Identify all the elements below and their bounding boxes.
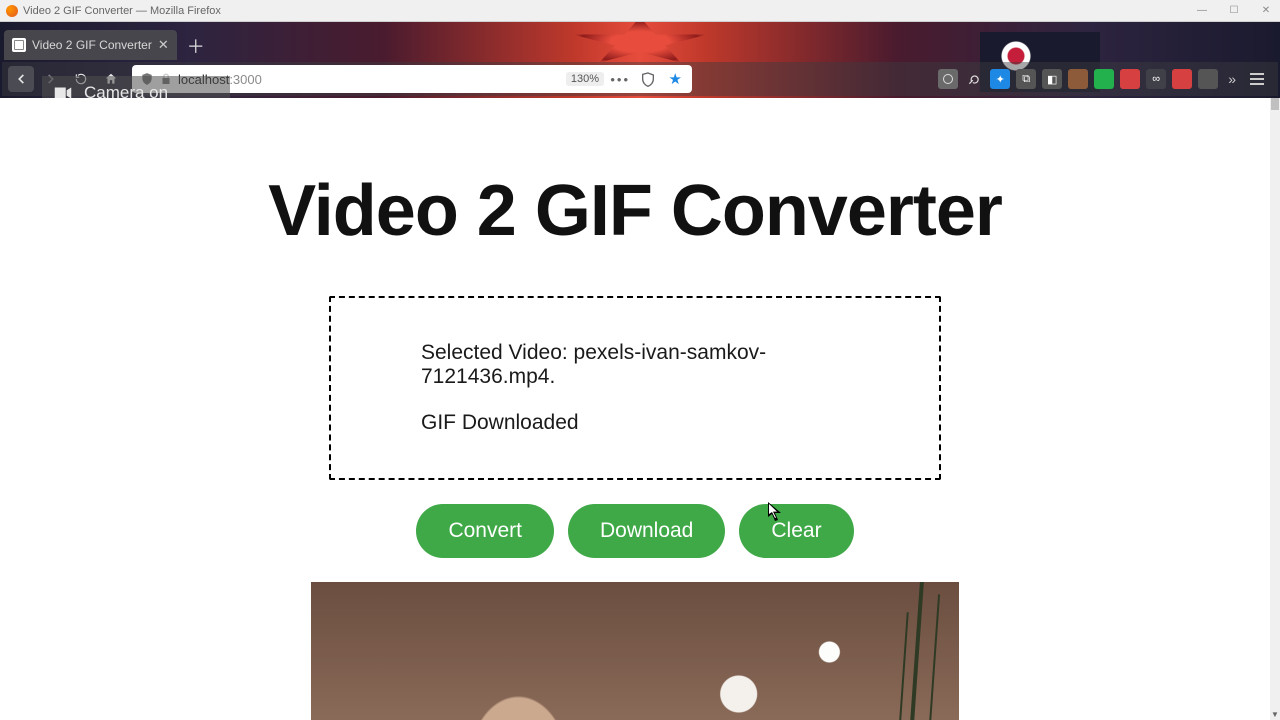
window-maximize-button[interactable]: ☐ [1224, 5, 1244, 16]
new-tab-button[interactable]: ＋ [181, 32, 211, 60]
extension-tray: ✦ ⧉ ◧ ∞ » [938, 69, 1272, 89]
zoom-indicator[interactable]: 130% [566, 72, 604, 86]
bookmark-star-icon[interactable]: ★ [669, 70, 682, 88]
page-actions-icon[interactable]: ••• [610, 72, 630, 87]
tab-active[interactable]: Video 2 GIF Converter ✕ [4, 30, 177, 60]
arrow-left-icon [14, 72, 28, 86]
tab-title: Video 2 GIF Converter [32, 38, 152, 52]
extension-icon[interactable] [938, 69, 958, 89]
clear-button[interactable]: Clear [739, 504, 853, 558]
tab-bar: Video 2 GIF Converter ✕ ＋ [4, 28, 1276, 60]
scrollbar-thumb[interactable] [1271, 98, 1279, 110]
nav-back-button[interactable] [8, 66, 34, 92]
os-titlebar: Video 2 GIF Converter — Mozilla Firefox … [0, 0, 1280, 22]
convert-button[interactable]: Convert [416, 504, 554, 558]
extension-icon[interactable] [1094, 69, 1114, 89]
extension-icon[interactable] [964, 69, 984, 89]
selected-video-label: Selected Video: pexels-ivan-samkov-71214… [421, 341, 849, 389]
dropzone[interactable]: Selected Video: pexels-ivan-samkov-71214… [329, 296, 941, 480]
extension-icon[interactable] [1198, 69, 1218, 89]
vertical-scrollbar[interactable]: ▲ ▼ [1270, 98, 1280, 720]
tab-favicon [12, 38, 26, 52]
url-text: localhost:3000 [178, 72, 684, 87]
window-controls: — ☐ ✕ [1192, 0, 1276, 21]
extension-icon[interactable]: ✦ [990, 69, 1010, 89]
extension-icon[interactable] [1068, 69, 1088, 89]
scroll-down-icon[interactable]: ▼ [1270, 708, 1280, 720]
window-close-button[interactable]: ✕ [1256, 5, 1276, 16]
extension-icon[interactable] [1172, 69, 1192, 89]
tab-close-icon[interactable]: ✕ [158, 37, 169, 53]
window-minimize-button[interactable]: — [1192, 5, 1212, 16]
button-row: Convert Download Clear [416, 504, 853, 558]
page-heading: Video 2 GIF Converter [268, 170, 1002, 252]
app-menu-button[interactable] [1246, 73, 1268, 85]
gif-preview [311, 582, 959, 720]
download-button[interactable]: Download [568, 504, 725, 558]
extension-icon[interactable] [1120, 69, 1140, 89]
cursor-icon [768, 502, 782, 522]
extension-icon[interactable]: ∞ [1146, 69, 1166, 89]
overflow-chevrons-icon[interactable]: » [1224, 71, 1240, 87]
page-viewport: Video 2 GIF Converter Selected Video: pe… [0, 98, 1270, 720]
page-content: Video 2 GIF Converter Selected Video: pe… [0, 98, 1270, 720]
window-title: Video 2 GIF Converter — Mozilla Firefox [23, 5, 221, 17]
status-label: GIF Downloaded [421, 411, 849, 435]
extension-icon[interactable]: ⧉ [1016, 69, 1036, 89]
extension-icon[interactable]: ◧ [1042, 69, 1062, 89]
reader-mode-icon[interactable] [640, 71, 656, 87]
url-port: :3000 [229, 72, 262, 87]
firefox-icon [6, 5, 18, 17]
